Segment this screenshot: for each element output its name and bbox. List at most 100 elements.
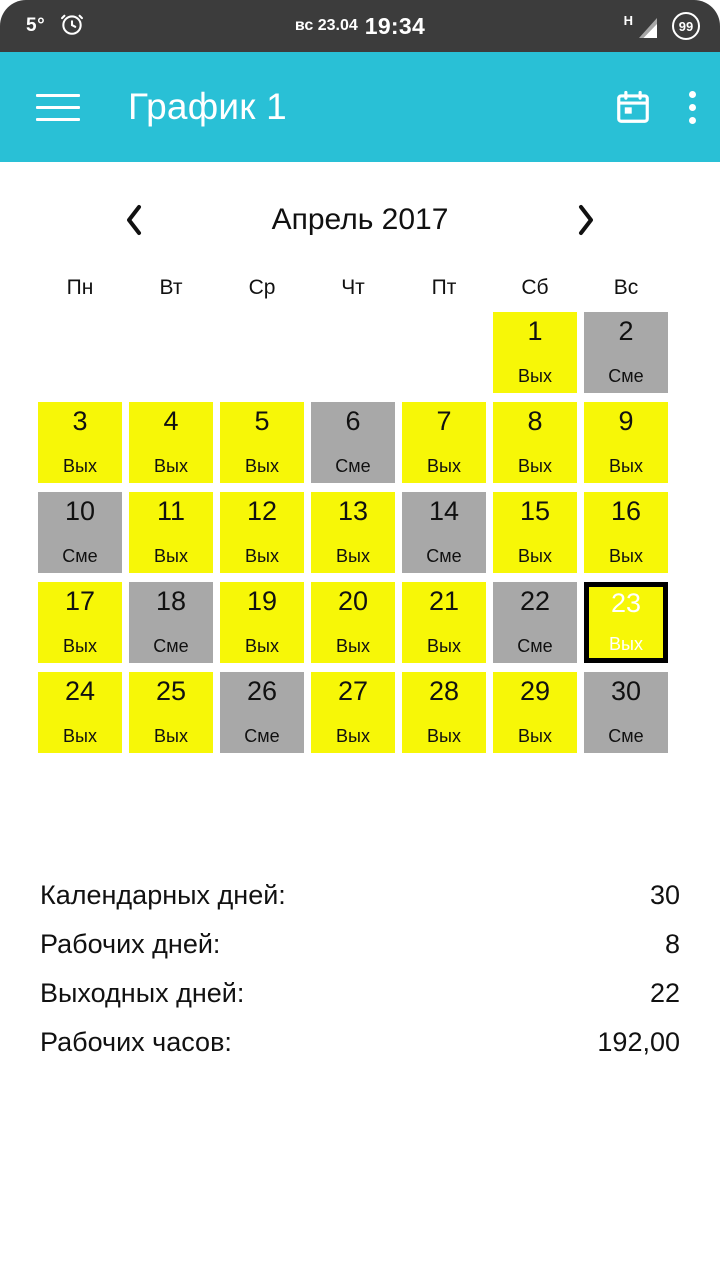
calendar-day-label: Сме	[62, 546, 98, 566]
calendar-day-14[interactable]: 14 Сме	[402, 492, 486, 573]
summary-value: 8	[664, 929, 680, 959]
battery-indicator: 99	[672, 12, 700, 40]
status-bar-date: вс 23.04	[294, 17, 358, 34]
calendar-day-number: 18	[155, 586, 187, 616]
weekday-label-1: Вт	[159, 276, 183, 299]
weekday-label-2: Ср	[248, 276, 276, 299]
calendar-day-label: Вых	[518, 366, 552, 386]
calendar-day-13[interactable]: 13 Вых	[311, 492, 395, 573]
calendar-day-6[interactable]: 6 Сме	[311, 402, 395, 483]
calendar-day-number: 17	[64, 586, 96, 616]
calendar-day-label: Сме	[608, 726, 644, 746]
calendar-day-15[interactable]: 15 Вых	[493, 492, 577, 573]
summary-panel: Календарных дней: 30 Рабочих дней: 8 Выходны…	[0, 880, 720, 1076]
calendar-day-number: 20	[337, 586, 369, 616]
calendar-icon[interactable]	[614, 88, 652, 126]
calendar-day-5[interactable]: 5 Вых	[220, 402, 304, 483]
calendar-day-4[interactable]: 4 Вых	[129, 402, 213, 483]
signal-triangle-icon: H	[624, 11, 660, 41]
calendar-day-1[interactable]: 1 Вых	[493, 312, 577, 393]
calendar-day-number: 4	[163, 406, 179, 436]
calendar-day-2[interactable]: 2 Сме	[584, 312, 668, 393]
calendar-day-23-today[interactable]: 23 Вых	[584, 582, 668, 663]
calendar-day-number: 5	[254, 406, 270, 436]
calendar-day-12[interactable]: 12 Вых	[220, 492, 304, 573]
calendar-grid: 1 Вых 2 Сме 3 Вых 4 Вых 5 Вых 6 Сме 7 Вых 8 Вых 9 Вых 10 См…	[38, 312, 675, 762]
calendar-day-8[interactable]: 8 Вых	[493, 402, 577, 483]
calendar-day-label: Вых	[154, 456, 188, 476]
calendar-day-label: Вых	[336, 636, 370, 656]
calendar-day-number: 29	[519, 676, 551, 706]
calendar-day-label: Вых	[245, 636, 279, 656]
summary-label: Рабочих часов:	[40, 1027, 232, 1057]
next-month-button[interactable]	[558, 192, 614, 248]
calendar-day-label: Вых	[427, 636, 461, 656]
calendar-day-29[interactable]: 29 Вых	[493, 672, 577, 753]
calendar-day-label: Вых	[63, 636, 97, 656]
weekday-label-0: Пн	[66, 276, 94, 299]
calendar-day-3[interactable]: 3 Вых	[38, 402, 122, 483]
calendar-day-label: Вых	[518, 456, 552, 476]
calendar-day-7[interactable]: 7 Вых	[402, 402, 486, 483]
calendar-day-label: Вых	[336, 726, 370, 746]
calendar-day-number: 23	[610, 588, 642, 618]
calendar-day-21[interactable]: 21 Вых	[402, 582, 486, 663]
weekday-label-5: Сб	[521, 276, 549, 299]
page-title: График 1	[128, 86, 287, 127]
calendar-day-label: Вых	[609, 456, 643, 476]
summary-value: 30	[649, 880, 680, 910]
calendar-day-20[interactable]: 20 Вых	[311, 582, 395, 663]
calendar-day-27[interactable]: 27 Вых	[311, 672, 395, 753]
calendar-day-label: Сме	[335, 456, 371, 476]
network-type-label: H	[623, 13, 633, 28]
summary-value: 192,00	[597, 1027, 680, 1057]
summary-label: Календарных дней:	[40, 880, 286, 910]
calendar-day-16[interactable]: 16 Вых	[584, 492, 668, 573]
calendar-day-number: 12	[246, 496, 278, 526]
calendar-day-label: Сме	[517, 636, 553, 656]
calendar-day-number: 7	[436, 406, 452, 436]
calendar-day-19[interactable]: 19 Вых	[220, 582, 304, 663]
calendar-day-26[interactable]: 26 Сме	[220, 672, 304, 753]
calendar-day-number: 13	[337, 496, 369, 526]
calendar-day-label: Сме	[608, 366, 644, 386]
calendar-day-label: Вых	[336, 546, 370, 566]
calendar-day-number: 21	[428, 586, 460, 616]
overflow-menu-icon[interactable]	[686, 85, 698, 130]
calendar-day-25[interactable]: 25 Вых	[129, 672, 213, 753]
weekday-label-6: Вс	[613, 276, 639, 299]
calendar-day-number: 9	[618, 406, 634, 436]
calendar-day-number: 1	[527, 316, 543, 346]
calendar-day-30[interactable]: 30 Сме	[584, 672, 668, 753]
calendar-cell-empty	[311, 312, 395, 393]
calendar-day-number: 14	[428, 496, 460, 526]
calendar-day-28[interactable]: 28 Вых	[402, 672, 486, 753]
summary-row: Выходных дней: 22	[40, 978, 680, 1027]
status-bar: 5° вс 23.04 19:34 H 99	[0, 0, 720, 52]
calendar-day-number: 19	[246, 586, 278, 616]
calendar-day-9[interactable]: 9 Вых	[584, 402, 668, 483]
calendar-day-label: Вых	[518, 546, 552, 566]
calendar-cell-empty	[129, 312, 213, 393]
status-bar-right: H 99	[624, 0, 700, 52]
hamburger-menu-icon[interactable]	[36, 93, 80, 121]
calendar-day-label: Вых	[427, 456, 461, 476]
calendar-day-label: Вых	[63, 456, 97, 476]
calendar-day-number: 27	[337, 676, 369, 706]
app-bar-actions	[614, 85, 698, 130]
previous-month-button[interactable]	[106, 192, 162, 248]
calendar-day-24[interactable]: 24 Вых	[38, 672, 122, 753]
calendar-day-22[interactable]: 22 Сме	[493, 582, 577, 663]
calendar-day-label: Сме	[244, 726, 280, 746]
calendar-day-number: 25	[155, 676, 187, 706]
app-screen: 5° вс 23.04 19:34 H 99 График 1 Апрель 2…	[0, 0, 720, 1280]
status-bar-clock: вс 23.04 19:34	[0, 0, 720, 52]
calendar-day-number: 16	[610, 496, 642, 526]
calendar-day-10[interactable]: 10 Сме	[38, 492, 122, 573]
calendar-day-11[interactable]: 11 Вых	[129, 492, 213, 573]
calendar-day-number: 22	[519, 586, 551, 616]
calendar-day-18[interactable]: 18 Сме	[129, 582, 213, 663]
calendar-day-17[interactable]: 17 Вых	[38, 582, 122, 663]
calendar-day-number: 8	[527, 406, 543, 436]
summary-label: Выходных дней:	[40, 978, 245, 1008]
